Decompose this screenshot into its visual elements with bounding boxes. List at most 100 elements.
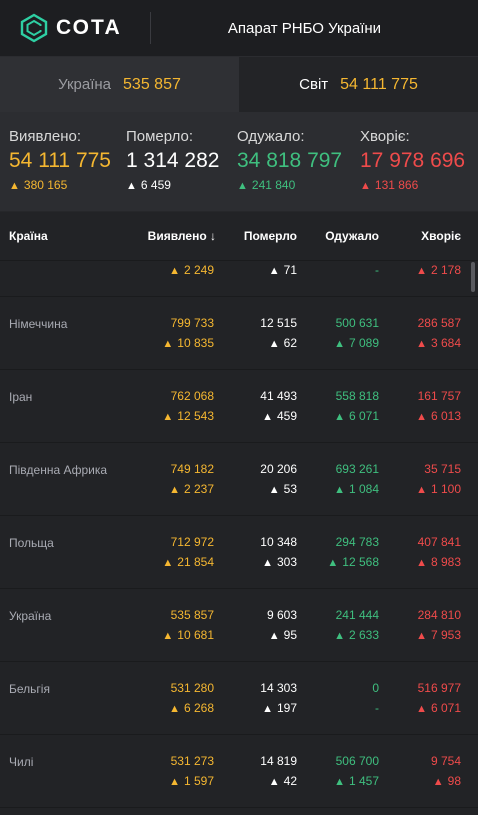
arrow-up-icon: ▲ — [169, 703, 180, 715]
summary-recovered-delta: ▲ 241 840 — [237, 178, 342, 192]
recovered-delta-value: 1 084 — [348, 482, 379, 496]
arrow-up-icon: ▲ — [9, 180, 20, 192]
tab-world[interactable]: Світ 54 111 775 — [239, 57, 478, 112]
table-row[interactable]: Іран 762 068 ▲ 12 543 41 493 ▲ 459 558 818… — [0, 370, 478, 443]
summary-panel: Виявлено: 54 111 775 ▲ 380 165 Померло: 1… — [0, 112, 478, 212]
recovered-delta-value: 6 071 — [348, 409, 379, 423]
country-name: Чилі — [9, 755, 34, 769]
recovered-value: 294 783 — [335, 535, 379, 549]
detected-delta-value: 12 543 — [177, 409, 214, 423]
column-header-ill[interactable]: Хворіє — [421, 229, 461, 243]
country-name: Польща — [9, 536, 54, 550]
summary-died-delta: ▲ 6 459 — [126, 178, 219, 192]
died-delta-value: 71 — [283, 263, 297, 277]
arrow-up-icon: ▲ — [162, 411, 174, 423]
column-header-detected-label: Виявлено — [147, 229, 207, 243]
recovered-value: 693 261 — [335, 462, 379, 476]
recovered-delta: ▲ 1 457 — [334, 774, 379, 788]
ill-delta: ▲ 2 178 — [416, 263, 461, 277]
died-delta-value: 53 — [283, 482, 297, 496]
ill-delta-value: 6 071 — [430, 701, 461, 715]
ill-value: 286 587 — [417, 316, 461, 330]
table-row[interactable]: ▲ 2 249 ▲ 71 - ▲ 2 178 — [0, 261, 478, 297]
summary-died-value: 1 314 282 — [126, 149, 220, 172]
arrow-up-icon: ▲ — [268, 776, 280, 788]
died-delta: ▲ 459 — [262, 409, 297, 423]
arrow-up-icon: ▲ — [169, 776, 180, 788]
detected-delta-value: 10 681 — [177, 628, 214, 642]
detected-delta-value: 2 249 — [183, 263, 214, 277]
recovered-delta-value: 1 457 — [348, 774, 379, 788]
summary-recovered-delta-value: 241 840 — [251, 178, 296, 192]
died-value: 14 303 — [260, 681, 297, 695]
recovered-delta: ▲ 7 089 — [334, 336, 379, 350]
column-header-detected[interactable]: Виявлено ↓ — [148, 229, 216, 243]
arrow-up-icon: ▲ — [360, 180, 371, 192]
recovered-value: 241 444 — [335, 608, 379, 622]
app-header: СОТА Апарат РНБО України — [0, 0, 478, 57]
table-row[interactable]: Україна 535 857 ▲ 10 681 9 603 ▲ 95 241 44… — [0, 589, 478, 662]
table-row[interactable]: Бельгія 531 280 ▲ 6 268 14 303 ▲ 197 0 - 5… — [0, 662, 478, 735]
logo[interactable]: СОТА — [20, 13, 150, 43]
summary-detected-value: 54 111 775 — [9, 149, 111, 172]
ill-delta: ▲ 1 100 — [416, 482, 461, 496]
died-value: 10 348 — [260, 535, 297, 549]
recovered-delta-value: 2 633 — [348, 628, 379, 642]
table-row[interactable]: Польща 712 972 ▲ 21 854 10 348 ▲ 303 294 7… — [0, 516, 478, 589]
died-value: 12 515 — [260, 316, 297, 330]
ill-delta-value: 6 013 — [430, 409, 461, 423]
died-delta: ▲ 303 — [262, 555, 297, 569]
arrow-up-icon: ▲ — [268, 630, 280, 642]
detected-delta: ▲ 6 268 — [169, 701, 214, 715]
scrollbar-thumb[interactable] — [471, 262, 475, 292]
column-header-recovered[interactable]: Одужало — [325, 229, 379, 243]
ill-value: 161 757 — [417, 389, 461, 403]
table-row[interactable]: Німеччина 799 733 ▲ 10 835 12 515 ▲ 62 500… — [0, 297, 478, 370]
ill-delta: ▲ 98 — [433, 774, 461, 788]
recovered-delta-value: 7 089 — [348, 336, 379, 350]
country-name: Південна Африка — [9, 463, 108, 477]
summary-died-delta-value: 6 459 — [140, 178, 171, 192]
tab-ukraine[interactable]: Україна 535 857 — [0, 57, 239, 112]
arrow-up-icon: ▲ — [262, 411, 273, 423]
country-name: Іран — [9, 390, 33, 404]
ill-value: 9 754 — [430, 754, 461, 768]
summary-ill-delta: ▲ 131 866 — [360, 178, 465, 192]
country-name: Бельгія — [9, 682, 50, 696]
arrow-up-icon: ▲ — [237, 180, 248, 192]
summary-ill: Хворіє: 17 978 696 ▲ 131 866 — [360, 129, 465, 193]
column-header-died[interactable]: Померло — [244, 229, 297, 243]
sort-down-arrow-icon: ↓ — [210, 229, 216, 243]
died-delta: ▲ 62 — [269, 336, 297, 350]
detected-delta-value: 1 597 — [183, 774, 214, 788]
died-delta-value: 197 — [276, 701, 297, 715]
tab-ukraine-value: 535 857 — [123, 75, 181, 93]
detected-delta-value: 2 237 — [183, 482, 214, 496]
tab-world-value: 54 111 775 — [340, 75, 418, 93]
arrow-up-icon: ▲ — [416, 630, 427, 642]
tab-ukraine-label: Україна — [58, 76, 112, 93]
detected-delta-value: 21 854 — [177, 555, 214, 569]
detected-delta: ▲ 10 835 — [162, 336, 214, 350]
recovered-value: 506 700 — [335, 754, 379, 768]
summary-detected-label: Виявлено: — [9, 128, 82, 145]
column-header-country[interactable]: Країна — [9, 229, 48, 243]
ill-delta: ▲ 6 071 — [416, 701, 461, 715]
summary-recovered-value: 34 818 797 — [237, 149, 343, 172]
died-delta-value: 95 — [283, 628, 297, 642]
arrow-up-icon: ▲ — [334, 484, 345, 496]
logo-mark-icon — [20, 13, 48, 43]
country-name: Україна — [9, 609, 52, 623]
ill-delta-value: 2 178 — [430, 263, 461, 277]
recovered-delta: ▲ 6 071 — [334, 409, 379, 423]
detected-delta: ▲ 12 543 — [162, 409, 214, 423]
ill-delta: ▲ 3 684 — [416, 336, 461, 350]
arrow-up-icon: ▲ — [268, 484, 280, 496]
table-row[interactable]: Чилі 531 273 ▲ 1 597 14 819 ▲ 42 506 700 ▲… — [0, 735, 478, 808]
arrow-up-icon: ▲ — [162, 630, 174, 642]
table-row[interactable]: Південна Африка 749 182 ▲ 2 237 20 206 ▲ 5… — [0, 443, 478, 516]
recovered-value: 0 — [372, 681, 379, 695]
ill-delta-value: 98 — [447, 774, 461, 788]
detected-value: 762 068 — [170, 389, 214, 403]
died-value: 41 493 — [260, 389, 297, 403]
